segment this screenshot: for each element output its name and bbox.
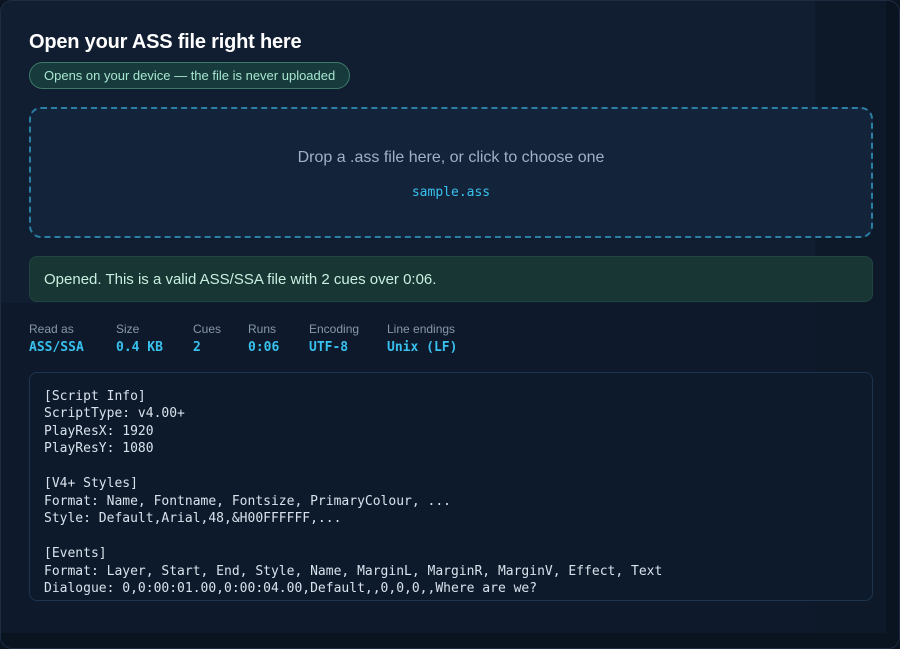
page-title: Open your ASS file right here — [29, 31, 302, 53]
code-line: Format: Layer, Start, End, Style, Name, … — [44, 564, 663, 579]
code-line: [Script Info] — [44, 389, 146, 404]
selected-file-name: sample.ass — [411, 185, 491, 200]
stat-read-as: Read as ASS/SSA — [29, 322, 84, 356]
stat-label: Runs — [248, 322, 277, 336]
code-line: Style: Default,Arial,48,&H00FFFFFF,... — [44, 511, 342, 526]
bottom-gutter — [1, 633, 899, 648]
code-line: Dialogue: 0,0:00:01.00,0:00:04.00,Defaul… — [44, 581, 538, 596]
status-message: Opened. This is a valid ASS/SSA file wit… — [44, 271, 437, 288]
stat-value: UTF-8 — [309, 340, 349, 355]
stat-label: Encoding — [309, 322, 360, 336]
code-line: ScriptType: v4.00+ — [44, 406, 185, 421]
stat-line-endings: Line endings Unix (LF) — [387, 322, 457, 356]
code-line: [V4+ Styles] — [44, 476, 138, 491]
stat-value: 0.4 KB — [116, 340, 163, 355]
stat-runs: Runs 0:06 — [248, 322, 279, 356]
code-line: [Events] — [44, 546, 107, 561]
stat-value: 2 — [193, 340, 201, 355]
code-line: PlayResX: 1920 — [44, 424, 154, 439]
file-preview-panel[interactable]: [Script Info] ScriptType: v4.00+ PlayRes… — [29, 372, 873, 601]
status-message-box: Opened. This is a valid ASS/SSA file wit… — [29, 256, 873, 302]
privacy-badge: Opens on your device — the file is never… — [29, 62, 351, 89]
file-dropzone[interactable]: Drop a .ass file here, or click to choos… — [29, 107, 873, 238]
dropzone-prompt: Drop a .ass file here, or click to choos… — [297, 149, 605, 166]
stat-encoding: Encoding UTF-8 — [309, 322, 359, 356]
stat-value: Unix (LF) — [387, 340, 458, 355]
stat-label: Cues — [193, 322, 222, 336]
right-edge — [886, 1, 899, 648]
code-line: PlayResY: 1080 — [44, 441, 154, 456]
stat-value: 0:06 — [248, 340, 280, 355]
stat-label: Size — [116, 322, 140, 336]
stat-label: Read as — [29, 322, 74, 336]
stat-size: Size 0.4 KB — [116, 322, 163, 356]
code-line: Format: Name, Fontname, Fontsize, Primar… — [44, 494, 451, 509]
stat-cues: Cues 2 — [193, 322, 221, 356]
stat-value: ASS/SSA — [29, 340, 84, 355]
stat-label: Line endings — [387, 322, 456, 336]
app-window: Open your ASS file right here Opens on y… — [0, 0, 900, 649]
